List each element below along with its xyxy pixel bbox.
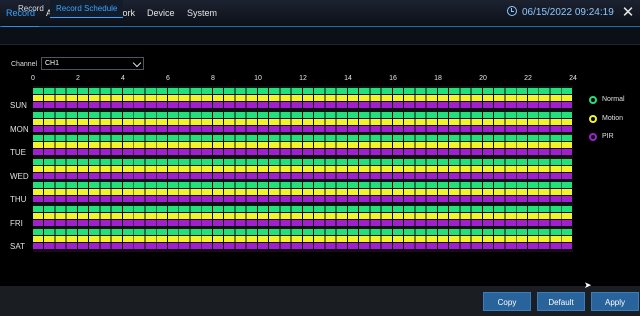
schedule-row-thu-motion[interactable] [33,189,573,195]
legend-normal-label: Normal [602,96,625,103]
schedule-row-tue-motion[interactable] [33,142,573,148]
channel-select-value: CH1 [45,60,60,67]
legend-pir-icon [589,133,597,141]
day-label: WED [10,171,29,181]
legend-motion-label: Motion [602,115,624,122]
hour-tick-label: 20 [479,75,487,82]
schedule-row-tue-normal[interactable] [33,135,573,141]
schedule-grid[interactable] [33,86,573,252]
close-icon[interactable]: ✕ [619,4,637,22]
schedule-row-mon-motion[interactable] [33,118,573,125]
sub-tab-bar [0,27,640,45]
day-label: SAT [10,242,25,251]
system-datetime: 06/15/2022 09:24:19 [522,7,614,18]
channel-select[interactable]: CH1 [41,57,144,70]
subtab-record-schedule[interactable]: Record Schedule [50,0,124,18]
schedule-row-fri-pir[interactable] [33,219,573,226]
schedule-row-sun-pir[interactable] [33,102,573,108]
day-label: MON [10,124,29,134]
schedule-row-sat-motion[interactable] [33,236,573,242]
hour-tick-label: 16 [389,75,397,82]
schedule-row-thu-normal[interactable] [33,182,573,188]
schedule-row-sun-motion[interactable] [33,95,573,101]
day-label: FRI [10,218,23,228]
legend-motion-icon [589,115,597,123]
subtab-record[interactable]: Record [12,0,50,17]
schedule-row-wed-normal[interactable] [33,158,573,165]
schedule-row-sat-pir[interactable] [33,243,573,249]
schedule-row-fri-normal[interactable] [33,205,573,212]
schedule-row-wed-motion[interactable] [33,165,573,172]
hour-tick-label: 14 [344,75,352,82]
schedule-row-thu-pir[interactable] [33,196,573,202]
tab-system[interactable]: System [183,0,221,26]
default-button[interactable]: Default [537,292,585,311]
channel-label: Channel [11,61,38,68]
legend-pir-label: PIR [602,133,614,140]
tab-device[interactable]: Device [143,0,179,26]
legend-normal-icon [589,96,597,104]
schedule-row-sat-normal[interactable] [33,229,573,235]
schedule-row-fri-motion[interactable] [33,212,573,219]
hour-tick-label: 12 [299,75,307,82]
hour-tick-label: 6 [166,75,170,82]
hour-tick-label: 2 [76,75,80,82]
hour-tick-label: 22 [524,75,532,82]
schedule-row-mon-normal[interactable] [33,111,573,118]
day-label: THU [10,195,27,204]
schedule-row-mon-pir[interactable] [33,125,573,132]
hour-tick-label: 8 [211,75,215,82]
copy-button[interactable]: Copy [483,292,531,311]
hour-tick-label: 10 [254,75,262,82]
day-label: SUN [10,101,27,110]
hour-tick-label: 4 [121,75,125,82]
chevron-down-icon [132,58,142,68]
apply-button[interactable]: Apply [591,292,639,311]
schedule-row-tue-pir[interactable] [33,149,573,155]
hour-tick-label: 24 [569,75,577,82]
hour-tick-label: 0 [31,75,35,82]
schedule-row-sun-normal[interactable] [33,88,573,94]
mouse-cursor-icon: ➤ [584,280,592,290]
day-label: TUE [10,148,26,157]
schedule-row-wed-pir[interactable] [33,172,573,179]
hour-tick-label: 18 [434,75,442,82]
